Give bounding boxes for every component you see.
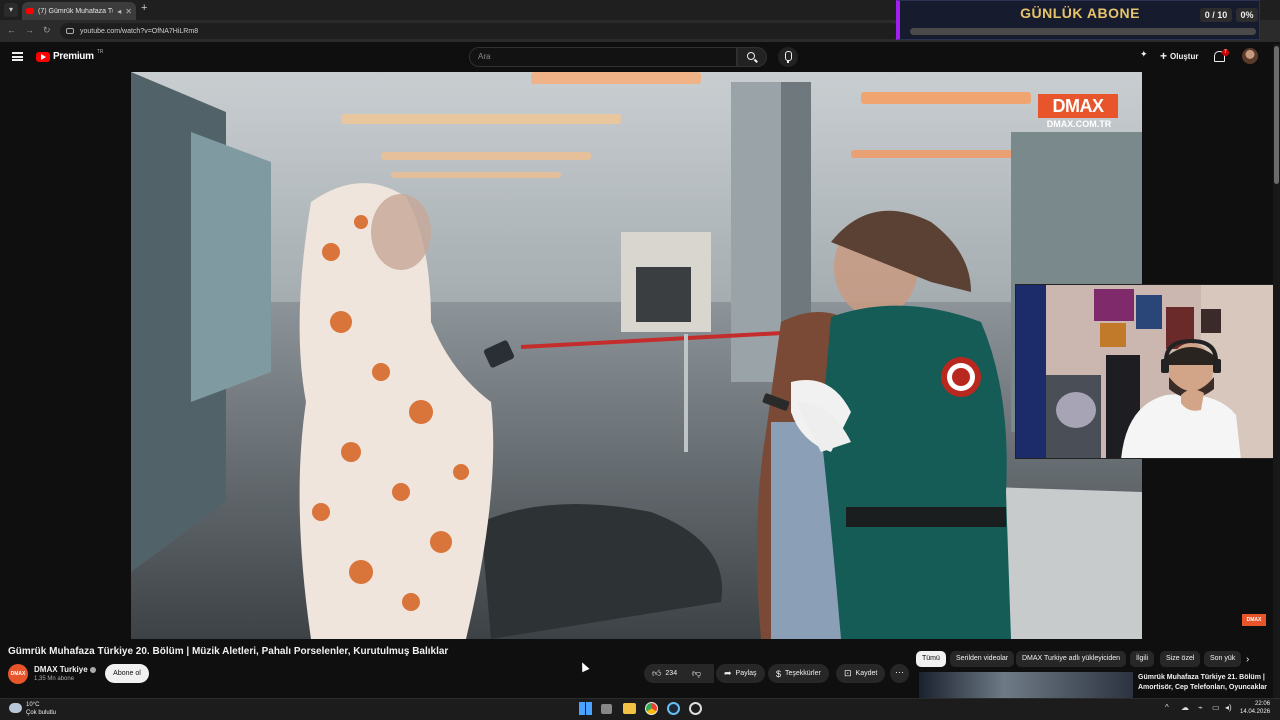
goal-count: 0 / 10 — [1200, 8, 1232, 22]
url-bar[interactable]: youtube.com/watch?v=OfNA7HiLRm8 — [60, 23, 900, 39]
windows-start-icon[interactable] — [579, 702, 592, 715]
taskbar-clock[interactable]: 22:06 14.04.2026 — [1240, 700, 1270, 716]
voice-search-icon[interactable] — [778, 47, 798, 67]
menu-icon[interactable] — [12, 52, 23, 61]
mouse-cursor-icon — [578, 660, 590, 673]
tab-search-button[interactable]: ▾ — [4, 3, 18, 17]
search-icon — [747, 52, 755, 60]
search-box: Ara — [469, 47, 768, 67]
windows-taskbar: 10°C Çok bulutlu — [0, 698, 1280, 720]
youtube-play-icon — [36, 51, 50, 62]
subscribe-button[interactable]: Abone ol — [105, 664, 149, 683]
search-input[interactable]: Ara — [469, 47, 737, 67]
clock-date: 14.04.2026 — [1240, 709, 1271, 715]
scrollbar-thumb[interactable] — [1274, 46, 1279, 184]
youtube-favicon-icon — [26, 8, 34, 14]
save-label: Kaydet — [855, 670, 878, 677]
create-label: Oluştur — [1170, 51, 1199, 61]
share-icon: ➦ — [724, 668, 732, 678]
more-actions-button[interactable]: ⋯ — [890, 664, 909, 683]
thumbs-down-icon: 👎︎ — [692, 668, 702, 678]
usb-icon[interactable]: ⌁ — [1198, 703, 1203, 712]
weather-widget[interactable]: 10°C Çok bulutlu — [26, 701, 56, 717]
super-thanks-icon: $ — [776, 668, 782, 679]
save-button[interactable]: ⊡ Kaydet — [836, 664, 886, 683]
back-icon[interactable]: ← — [7, 25, 16, 35]
channel-name[interactable]: DMAX Turkiye — [34, 665, 96, 674]
verified-icon — [89, 666, 96, 673]
streamer-webcam-overlay — [1015, 284, 1280, 459]
tray-overflow-icon[interactable]: ^ — [1165, 703, 1169, 712]
goal-percent: 0% — [1236, 8, 1258, 22]
recommended-video-thumbnail[interactable] — [919, 672, 1133, 698]
volume-icon[interactable]: ◂) — [1225, 703, 1232, 712]
video-player[interactable] — [131, 72, 1142, 639]
brand-label: Premium — [53, 51, 94, 62]
goal-progress-bar — [910, 28, 1256, 35]
file-explorer-icon[interactable] — [623, 703, 636, 714]
recommended-video-title[interactable]: Gümrük Muhafaza Türkiye 21. Bölüm | Amor… — [1138, 673, 1268, 693]
dmax-watermark-url: DMAX.COM.TR — [1046, 119, 1112, 129]
dislike-button[interactable]: 👎︎ — [684, 664, 712, 683]
cloud-sync-icon[interactable]: ☁ — [1181, 703, 1189, 712]
new-tab-button[interactable]: + — [141, 2, 147, 14]
browser-tab[interactable]: (7) Gümrük Muhafaza Türk ◂ ✕ — [22, 2, 136, 20]
like-count: 234 — [665, 670, 678, 677]
channel-avatar[interactable]: DMAX — [8, 664, 28, 684]
webcam-frame — [1016, 285, 1279, 458]
create-button[interactable]: + Oluştur — [1160, 49, 1199, 63]
speaker-icon[interactable]: ◂ — [117, 7, 121, 16]
steam-icon[interactable] — [667, 702, 680, 715]
share-label: Paylaş — [735, 670, 757, 677]
chrome-icon[interactable] — [645, 702, 658, 715]
forward-icon[interactable]: → — [25, 25, 34, 35]
chip-recent[interactable]: Son yük — [1204, 651, 1242, 667]
region-label: TR — [96, 48, 104, 55]
thanks-label: Teşekkürler — [785, 670, 821, 677]
video-title: Gümrük Muhafaza Türkiye 20. Bölüm | Müzi… — [8, 646, 449, 657]
plus-icon: + — [1160, 49, 1168, 63]
account-avatar[interactable] — [1242, 48, 1258, 64]
tab-title: (7) Gümrük Muhafaza Türk — [38, 7, 113, 15]
url-text: youtube.com/watch?v=OfNA7HiLRm8 — [80, 27, 199, 35]
video-frame — [131, 72, 1142, 639]
temperature: 10°C — [26, 702, 40, 708]
search-button[interactable] — [737, 47, 767, 67]
site-info-icon[interactable] — [66, 28, 74, 34]
youtube-header: Premium TR Ara ✦ + Oluştur 7 — [0, 42, 1280, 72]
youtube-premium-logo[interactable]: Premium TR — [36, 48, 104, 62]
daily-subscriber-goal-overlay: GÜNLÜK ABONE 0 / 10 0% — [896, 0, 1260, 40]
obs-icon[interactable] — [689, 702, 702, 715]
bookmark-icon: ⊡ — [844, 668, 852, 678]
chevron-right-icon[interactable]: › — [1246, 654, 1249, 665]
clock-time: 22:06 — [1255, 701, 1271, 707]
task-view-icon[interactable] — [601, 704, 612, 714]
weather-condition: Çok bulutlu — [26, 710, 57, 716]
thumbs-up-icon: 👍︎ — [652, 668, 662, 678]
dmax-corner-logo: DMAX — [1242, 614, 1266, 626]
reload-icon[interactable]: ↻ — [43, 25, 51, 36]
cloud-icon[interactable] — [9, 703, 22, 713]
dmax-watermark-logo: DMAX — [1038, 94, 1118, 118]
chip-uploader[interactable]: DMAX Turkiye adlı yükleyiciden — [1016, 651, 1127, 667]
notification-badge: 7 — [1222, 49, 1229, 56]
chip-all[interactable]: Tümü — [916, 651, 946, 667]
chip-related[interactable]: İlgili — [1130, 651, 1155, 667]
share-button[interactable]: ➦ Paylaş — [716, 664, 765, 683]
close-tab-icon[interactable]: ✕ — [125, 7, 132, 16]
channel-name-text: DMAX Turkiye — [34, 665, 88, 674]
chip-series[interactable]: Serilden videolar — [950, 651, 1015, 667]
thanks-button[interactable]: $ Teşekkürler — [768, 664, 829, 683]
network-icon[interactable]: ▭ — [1212, 703, 1220, 712]
chip-for-you[interactable]: Size özel — [1160, 651, 1201, 667]
cast-sparkle-icon[interactable]: ✦ — [1140, 49, 1148, 60]
subscriber-count: 1,35 Mn abone — [34, 676, 75, 682]
